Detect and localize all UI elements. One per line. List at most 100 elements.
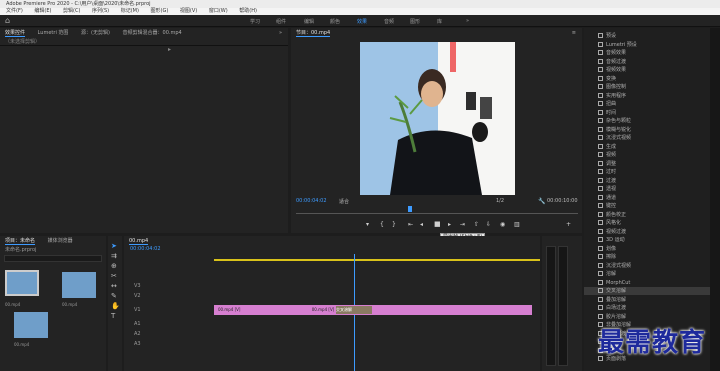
compare-view-icon[interactable]: ▥ [514,221,520,228]
track-a2[interactable]: A2 [124,330,540,339]
extract-icon[interactable]: ⇩ [486,221,491,228]
marker-icon[interactable]: ▾ [366,221,369,228]
effects-item[interactable]: 时间 [584,109,720,117]
tab-program[interactable]: 节目：00.mp4 [296,30,331,37]
effects-item[interactable]: 颜色校正 [584,211,720,219]
effects-item[interactable]: 叠加溶解 [584,296,720,304]
more-workspaces-icon[interactable]: » [466,18,469,24]
track-v2[interactable]: V2 [124,292,540,301]
effects-item[interactable]: 胶片溶解 [584,313,720,321]
track-v3[interactable]: V3 [124,282,540,291]
go-to-in-icon[interactable]: ⇤ [408,221,413,228]
project-thumbnail-2[interactable] [62,272,96,298]
menu-window[interactable]: 窗口(W) [209,8,228,14]
effects-item[interactable]: 划像 [584,245,720,253]
type-icon[interactable]: T [111,312,115,320]
menu-clip[interactable]: 剪辑(C) [63,8,80,14]
workspace-audio[interactable]: 音频 [384,18,394,25]
wrench-icon[interactable]: 🔧 [538,198,545,205]
effects-item[interactable]: 沉浸式视频 [584,134,720,142]
menu-marker[interactable]: 标记(M) [121,8,139,14]
effects-item[interactable]: 白场过渡 [584,304,720,312]
work-area-bar[interactable] [214,259,540,261]
go-to-out-icon[interactable]: ⇥ [460,221,465,228]
workspace-color[interactable]: 颜色 [330,18,340,25]
program-playhead[interactable] [408,206,412,212]
cross-dissolve-transition[interactable]: 交叉溶解 [336,306,372,314]
hand-icon[interactable]: ✋ [111,302,120,310]
track-a1[interactable]: A1 [124,320,540,329]
effects-item[interactable]: 模糊与锐化 [584,126,720,134]
project-thumbnail-1[interactable] [5,270,39,296]
step-forward-icon[interactable]: ▸ [448,221,451,228]
workspace-assembly[interactable]: 组件 [276,18,286,25]
effects-item[interactable]: 擦除 [584,253,720,261]
effects-item[interactable]: 视频效果 [584,66,720,74]
project-search-input[interactable] [4,255,102,262]
menu-help[interactable]: 帮助(H) [239,8,257,14]
workspace-learn[interactable]: 学习 [250,18,260,25]
effects-item[interactable]: 键控 [584,202,720,210]
project-thumbnail-3[interactable] [14,312,48,338]
panel-menu-icon[interactable]: » [279,28,282,38]
home-icon[interactable]: ⌂ [5,17,13,25]
effects-item[interactable]: 溶解 [584,270,720,278]
camera-icon[interactable]: ◉ [500,221,505,228]
menu-file[interactable]: 文件(F) [6,8,23,14]
effects-item[interactable]: 音频效果 [584,49,720,57]
effects-item[interactable]: 变换 [584,75,720,83]
effects-item[interactable]: 音频过渡 [584,58,720,66]
effects-item[interactable]: 过渡 [584,177,720,185]
ripple-edit-icon[interactable]: ⊕ [111,262,117,270]
selection-tool-icon[interactable]: ➤ [111,242,117,250]
effects-item[interactable]: 3D 运动 [584,236,720,244]
track-a3[interactable]: A3 [124,340,540,349]
in-point-icon[interactable]: { [380,221,384,228]
effects-item[interactable]: 生成 [584,143,720,151]
effects-item[interactable]: 视频 [584,151,720,159]
add-button-icon[interactable]: + [566,221,571,228]
tab-media-browser[interactable]: 媒体浏览器 [48,238,73,244]
workspace-libraries[interactable]: 库 [437,18,442,25]
effects-item[interactable]: Lumetri 预设 [584,41,720,49]
out-point-icon[interactable]: } [392,221,396,228]
panel-menu-icon[interactable]: ≡ [572,28,576,38]
tab-lumetri-scopes[interactable]: Lumetri 范围 [38,30,69,36]
program-time-ruler[interactable] [296,208,578,214]
track-select-icon[interactable]: ⇉ [111,252,117,260]
effects-item[interactable]: 杂色与颗粒 [584,117,720,125]
workspace-effects[interactable]: 效果 [357,18,367,25]
slip-icon[interactable]: ↔ [111,282,117,290]
tab-audio-mixer[interactable]: 音频剪辑混合器：00.mp4 [123,30,182,36]
play-icon[interactable]: ▸ [168,46,171,53]
program-timecode[interactable]: 00:00:04:02 [296,198,327,204]
effects-item[interactable]: 扭曲 [584,100,720,108]
fit-dropdown[interactable]: 适合 [339,198,349,205]
razor-icon[interactable]: ✂ [111,272,117,280]
effects-item[interactable]: 沉浸式视频 [584,262,720,270]
effects-scrollbar[interactable] [710,28,720,371]
resolution-dropdown[interactable]: 1/2 [496,198,504,204]
menu-view[interactable]: 视图(V) [180,8,197,14]
menu-edit[interactable]: 编辑(E) [34,8,51,14]
lift-icon[interactable]: ⇧ [474,221,479,228]
tab-source[interactable]: 源：(无剪辑) [81,30,110,36]
tab-project[interactable]: 项目：未命名 [5,238,36,245]
step-back-icon[interactable]: ◂ [420,221,423,228]
tab-effect-controls[interactable]: 效果控件 [5,30,26,37]
video-clip[interactable]: 00.mp4 [V] 00.mp4 [V] [214,305,532,315]
effects-item[interactable]: 预设 [584,32,720,40]
workspace-editing[interactable]: 编辑 [304,18,314,25]
timeline-timecode[interactable]: 00:00:04:02 [130,246,161,252]
menu-sequence[interactable]: 序列(S) [92,8,109,14]
effects-item[interactable]: 过时 [584,168,720,176]
workspace-graphics[interactable]: 图形 [410,18,420,25]
effects-item[interactable]: 图像控制 [584,83,720,91]
effects-item[interactable]: 交叉溶解 [584,287,720,295]
pen-icon[interactable]: ✎ [111,292,117,300]
effects-item[interactable]: 风格化 [584,219,720,227]
effects-item[interactable]: 视频过渡 [584,228,720,236]
effects-item[interactable]: 实用程序 [584,92,720,100]
effects-item[interactable]: 透视 [584,185,720,193]
effects-item[interactable]: MorphCut [584,279,720,287]
